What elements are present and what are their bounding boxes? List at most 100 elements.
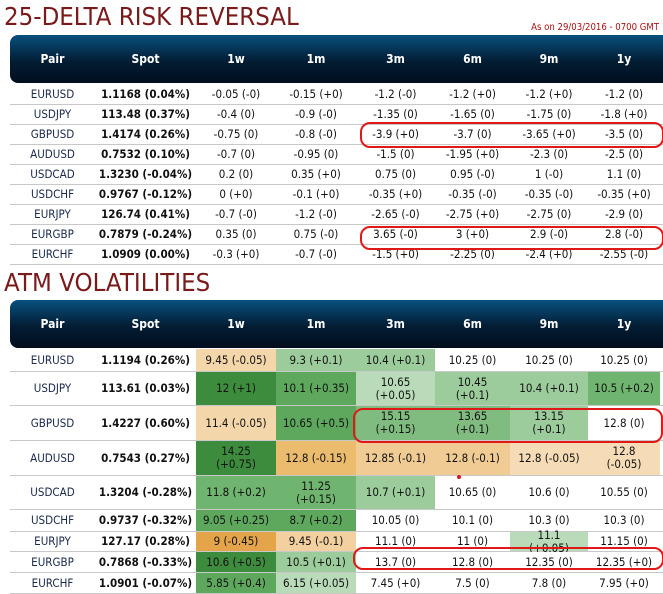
pair-cell: EURUSD [30,352,75,367]
tenor-cell-1w: 0 (+0) [219,187,253,201]
table-row: AUDUSD 0.7543 (0.27%) 14.25 (+0.75) 12.8 (-… [10,441,663,476]
column-header-pair[interactable]: Pair [10,52,95,66]
tenor-cell-1w: 0.35 (0) [215,227,257,241]
tenor-cell-6m: 10.45 (+0.1) [435,372,510,405]
column-header-6m[interactable]: 6m [435,52,510,66]
tenor-cell-6m: -1.95 (+0) [445,147,500,161]
tenor-cell-1y: 10.5 (+0.2) [588,372,660,405]
tenor-cell-9m: -1.75 (0) [526,107,572,121]
pair-cell: EURUSD [30,87,75,101]
table-row: EURCHF 1.0901 (-0.07%) 5.85 (+0.4) 6.15 (+0… [10,573,663,594]
pair-cell: EURGBP [31,554,74,569]
tenor-cell-1m: -0.1 (+0) [292,187,340,201]
tenor-cell-1w: 9.45 (-0.05) [196,349,276,371]
tenor-cell-6m: 12.8 (0) [435,552,510,572]
tenor-cell-1y: 1.1 (0) [606,167,642,181]
column-header-1m[interactable]: 1m [276,52,356,66]
tenor-cell-6m: 11 (0) [435,532,510,551]
tenor-cell-9m: 2.9 (-0) [529,227,569,241]
tenor-cell-3m: 7.45 (+0) [356,573,435,593]
spot-cell: 1.1168 (0.04%) [101,87,190,101]
tenor-cell-1y: -1.2 (0) [604,87,644,101]
risk-reversal-table: EURUSD 1.1168 (0.04%) -0.05 (-0) -0.15 (+0)… [10,85,663,265]
tenor-cell-3m: 11.1 (0) [356,532,435,551]
table-row: EURCHF 1.0909 (0.00%) -0.3 (+0) -0.7 (-0) -1… [10,245,663,265]
column-header-6m[interactable]: 6m [435,317,510,331]
column-header-1w[interactable]: 1w [196,52,276,66]
tenor-cell-6m: -3.7 (0) [453,127,492,141]
tenor-cell-9m: 12.35 (0) [510,552,588,572]
tenor-cell-3m: 3.65 (-0) [373,227,418,241]
tenor-cell-6m: -2.75 (+0) [445,207,500,221]
column-header-1m[interactable]: 1m [276,317,356,331]
tenor-cell-9m: 10.4 (+0.1) [510,372,588,405]
pair-cell: USDCAD [30,485,75,499]
tenor-cell-9m: -2.3 (0) [529,147,569,161]
tenor-cell-1m: -0.9 (-0) [295,107,337,121]
tenor-cell-6m: 10.25 (0) [435,349,510,371]
spot-cell: 1.1194 (0.26%) [101,352,190,367]
table-row: GBPUSD 1.4174 (0.26%) -0.75 (0) -0.8 (-0) -3… [10,125,663,145]
tenor-cell-6m: -1.2 (+0) [449,87,496,101]
tenor-cell-9m: 13.15 (+0.1) [510,406,588,440]
tenor-cell-1y: -2.9 (0) [604,207,644,221]
column-header-3m[interactable]: 3m [356,52,435,66]
tenor-cell-1w: 14.25 (+0.75) [196,441,276,475]
spot-cell: 1.3204 (-0.28%) [98,485,193,499]
pair-cell: GBPUSD [30,415,75,430]
tenor-cell-1w: 12 (+1) [196,372,276,405]
column-header-1y[interactable]: 1y [588,52,660,66]
table-row: USDCHF 0.9767 (-0.12%) 0 (+0) -0.1 (+0) -0.3… [10,185,663,205]
tenor-cell-1y: 10.25 (0) [588,349,660,371]
spot-cell: 1.3230 (-0.04%) [98,167,193,181]
column-header-1w[interactable]: 1w [196,317,276,331]
table-row: USDCAD 1.3230 (-0.04%) 0.2 (0) 0.35 (+0) 0.7… [10,165,663,185]
column-header-pair[interactable]: Pair [10,317,95,331]
tenor-cell-9m: 10.25 (0) [510,349,588,371]
table-row: EURJPY 126.74 (0.41%) -0.7 (-0) -1.2 (-0) -2… [10,205,663,225]
spot-cell: 1.4174 (0.26%) [101,127,190,141]
tenor-cell-1w: -0.7 (0) [216,147,256,161]
column-header-9m[interactable]: 9m [510,317,588,331]
column-header-1y[interactable]: 1y [588,317,660,331]
column-header-3m[interactable]: 3m [356,317,435,331]
tenor-cell-1m: 10.65 (+0.5) [276,406,356,440]
tenor-cell-6m: 7.5 (0) [435,573,510,593]
tenor-cell-1y: 12.8 (0) [588,406,660,440]
tenor-cell-6m: 10.65 (0) [435,476,510,509]
spot-cell: 0.7879 (-0.24%) [98,227,193,241]
tenor-cell-1m: 12.8 (-0.15) [276,441,356,475]
tenor-cell-9m: 11.1 (+0.05) [510,528,588,554]
spot-cell: 0.7532 (0.10%) [101,147,190,161]
table-row: EURGBP 0.7868 (-0.33%) 10.6 (+0.5) 10.5 (+0… [10,552,663,573]
tenor-cell-1m: 8.7 (+0.2) [276,510,356,531]
tenor-cell-1w: 11.4 (-0.05) [196,406,276,440]
tenor-cell-6m: 0.95 (-0) [450,167,495,181]
column-header-9m[interactable]: 9m [510,52,588,66]
table-row: USDJPY 113.61 (0.03%) 12 (+1) 10.1 (+0.35) 1… [10,372,663,406]
tenor-cell-3m: 0.75 (0) [375,167,416,181]
table-row: EURUSD 1.1168 (0.04%) -0.05 (-0) -0.15 (+0)… [10,85,663,105]
spot-cell: 1.0901 (-0.07%) [98,575,193,590]
tenor-cell-1y: -2.5 (0) [604,147,644,161]
column-header-spot[interactable]: Spot [95,52,196,66]
tenor-cell-1m: -1.2 (-0) [295,207,337,221]
column-header-spot[interactable]: Spot [95,317,196,331]
tenor-cell-1w: 9 (-0.45) [196,532,276,551]
red-dot-marker [457,475,461,479]
tenor-cell-9m: -1.2 (+0) [525,87,573,101]
tenor-cell-9m: 12.8 (-0.05) [510,441,588,475]
tenor-cell-1m: 10.1 (+0.35) [276,372,356,405]
tenor-cell-1w: 9.05 (+0.25) [196,510,276,531]
pair-cell: USDCHF [30,513,75,527]
tenor-cell-3m: 12.85 (-0.1) [356,441,435,475]
atm-volatilities-header: Pair Spot 1w 1m 3m 6m 9m 1y [10,300,663,348]
tenor-cell-1m: -0.7 (-0) [295,247,337,261]
tenor-cell-1m: 0.75 (-0) [293,227,339,241]
pair-cell: EURJPY [34,207,71,221]
tenor-cell-1y: 10.55 (0) [588,476,660,509]
tenor-cell-9m: -2.75 (0) [526,207,572,221]
tenor-cell-1w: -0.3 (+0) [212,247,260,261]
tenor-cell-1m: 10.5 (+0.1) [276,552,356,572]
tenor-cell-1y: 2.8 (-0) [604,227,644,241]
